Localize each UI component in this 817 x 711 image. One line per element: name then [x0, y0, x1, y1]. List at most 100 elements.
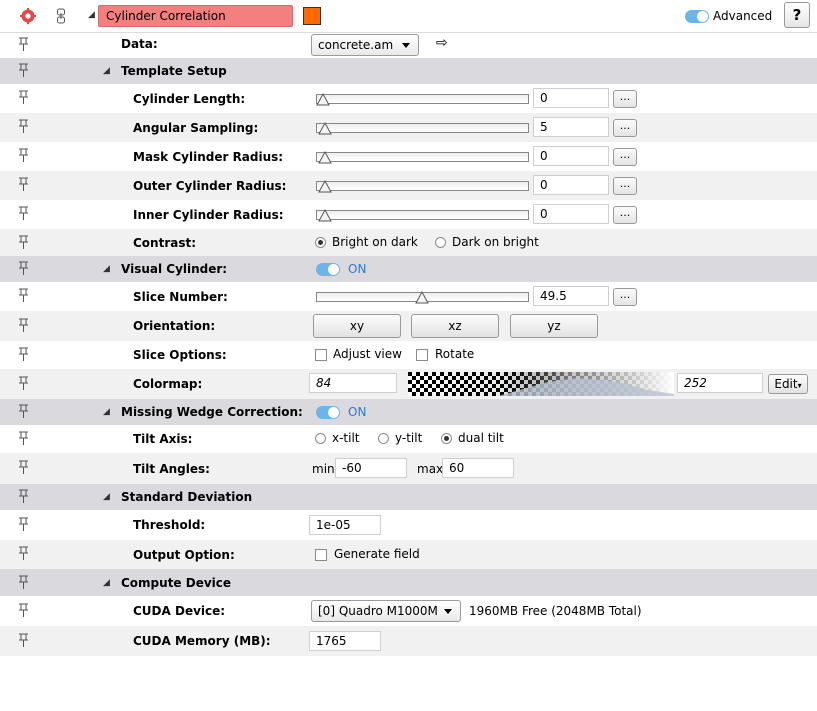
section-standard-deviation[interactable]: ◢ Standard Deviation — [0, 484, 817, 510]
radio-bright-on-dark[interactable] — [315, 237, 326, 248]
pin-icon[interactable] — [18, 235, 29, 250]
collapse-arrow-icon[interactable]: ◢ — [103, 66, 110, 76]
section-template-setup[interactable]: ◢ Template Setup — [0, 58, 817, 84]
threshold-input[interactable]: 1e-05 — [309, 515, 381, 535]
pin-icon[interactable] — [18, 517, 29, 532]
pin-icon[interactable] — [18, 63, 29, 78]
collapse-arrow-icon[interactable]: ◢ — [88, 10, 95, 20]
pin-icon[interactable] — [18, 431, 29, 446]
more-button[interactable]: ... — [613, 148, 637, 166]
pin-icon[interactable] — [18, 206, 29, 221]
pin-icon[interactable] — [18, 489, 29, 504]
slider-label: Slice Number: — [133, 290, 228, 304]
more-button[interactable]: ... — [613, 206, 637, 224]
pin-icon[interactable] — [18, 633, 29, 648]
collapse-arrow-icon[interactable]: ◢ — [103, 492, 110, 502]
adjust-view-checkbox[interactable] — [315, 349, 327, 361]
pin-icon[interactable] — [18, 347, 29, 362]
pin-icon[interactable] — [18, 460, 29, 475]
arrow-right-icon[interactable]: ⇨ — [436, 35, 448, 51]
pin-icon[interactable] — [18, 288, 29, 303]
generate-field-checkbox[interactable] — [315, 549, 327, 561]
more-button[interactable]: ... — [613, 177, 637, 195]
pin-icon[interactable] — [18, 603, 29, 618]
slider-thumb-icon[interactable] — [318, 150, 332, 164]
colormap-edit-button[interactable]: Edit▾ — [768, 374, 808, 394]
more-button[interactable]: ... — [613, 288, 637, 306]
slider-thumb-icon[interactable] — [415, 290, 429, 304]
orientation-yz-button[interactable]: yz — [510, 314, 598, 338]
help-button[interactable]: ? — [784, 2, 810, 28]
collapse-arrow-icon[interactable]: ◢ — [103, 264, 110, 274]
cuda-device-select[interactable]: [0] Quadro M1000M — [311, 600, 461, 622]
slider-track[interactable] — [316, 152, 529, 162]
collapse-arrow-icon[interactable]: ◢ — [103, 407, 110, 417]
colormap-gradient[interactable] — [408, 372, 674, 396]
orientation-xz-button[interactable]: xz — [411, 314, 499, 338]
slider-label: Mask Cylinder Radius: — [133, 150, 284, 164]
rotate-checkbox[interactable] — [416, 349, 428, 361]
pin-icon[interactable] — [18, 376, 29, 391]
toggle-state: ON — [348, 262, 367, 276]
pin-icon[interactable] — [18, 546, 29, 561]
pin-icon[interactable] — [18, 575, 29, 590]
tilt-axis-label: Tilt Axis: — [133, 432, 193, 446]
slider-thumb-icon[interactable] — [318, 121, 332, 135]
slider-row-cylinder-length: Cylinder Length: 0 ... — [0, 84, 817, 113]
tilt-min-input[interactable]: -60 — [335, 458, 407, 478]
section-visual-cylinder[interactable]: ◢ Visual Cylinder: ON — [0, 256, 817, 282]
radio-dual-tilt[interactable] — [441, 433, 452, 444]
orientation-xy-button[interactable]: xy — [313, 314, 401, 338]
pin-icon[interactable] — [18, 148, 29, 163]
slice-options-row: Slice Options: Adjust view Rotate — [0, 341, 817, 369]
slider-track[interactable] — [316, 181, 529, 191]
more-button[interactable]: ... — [613, 90, 637, 108]
advanced-toggle[interactable] — [685, 10, 709, 23]
slider-track[interactable] — [316, 94, 529, 104]
slider-value-input[interactable]: 0 — [533, 88, 609, 108]
module-color-swatch[interactable] — [303, 7, 321, 25]
missing-wedge-toggle[interactable] — [316, 406, 340, 419]
radio-y-tilt[interactable] — [378, 433, 389, 444]
module-gear-icon[interactable] — [20, 8, 36, 24]
module-header: ◢ Cylinder Correlation Advanced ? — [0, 0, 817, 33]
pin-icon[interactable] — [18, 261, 29, 276]
colormap-row: Colormap: 84 252 Edit▾ — [0, 369, 817, 399]
slider-value-input[interactable]: 0 — [533, 175, 609, 195]
colormap-min-input[interactable]: 84 — [309, 373, 397, 393]
contrast-row: Contrast: Bright on dark Dark on bright — [0, 229, 817, 256]
collapse-arrow-icon[interactable]: ◢ — [103, 578, 110, 588]
pin-icon[interactable] — [18, 90, 29, 105]
pin-icon[interactable] — [18, 318, 29, 333]
slider-thumb-icon[interactable] — [318, 179, 332, 193]
edit-label: Edit — [774, 377, 798, 391]
pin-icon[interactable] — [18, 177, 29, 192]
slider-row-mask-radius: Mask Cylinder Radius: 0 ... — [0, 142, 817, 171]
chain-icon[interactable] — [56, 8, 66, 24]
advanced-label: Advanced — [713, 9, 773, 23]
orientation-label: Orientation: — [133, 319, 216, 333]
module-title[interactable]: Cylinder Correlation — [98, 5, 293, 27]
radio-x-tilt[interactable] — [315, 433, 326, 444]
colormap-max-input[interactable]: 252 — [677, 373, 763, 393]
pin-icon[interactable] — [18, 404, 29, 419]
slider-track[interactable] — [316, 123, 529, 133]
slider-value-input[interactable]: 49.5 — [533, 286, 609, 306]
tilt-angles-label: Tilt Angles: — [133, 462, 210, 476]
cuda-memory-input[interactable]: 1765 — [309, 631, 381, 651]
slider-value-input[interactable]: 5 — [533, 117, 609, 137]
visual-cylinder-toggle[interactable] — [316, 263, 340, 276]
data-select[interactable]: concrete.am — [311, 34, 419, 56]
slider-value-input[interactable]: 0 — [533, 146, 609, 166]
pin-icon[interactable] — [18, 37, 29, 52]
section-missing-wedge[interactable]: ◢ Missing Wedge Correction: ON — [0, 399, 817, 425]
more-button[interactable]: ... — [613, 119, 637, 137]
slider-thumb-icon[interactable] — [316, 92, 330, 106]
slider-track[interactable] — [316, 210, 529, 220]
tilt-max-input[interactable]: 60 — [442, 458, 514, 478]
slider-value-input[interactable]: 0 — [533, 204, 609, 224]
slider-thumb-icon[interactable] — [318, 208, 332, 222]
radio-dark-on-bright[interactable] — [435, 237, 446, 248]
pin-icon[interactable] — [18, 119, 29, 134]
section-title: Template Setup — [121, 64, 227, 78]
